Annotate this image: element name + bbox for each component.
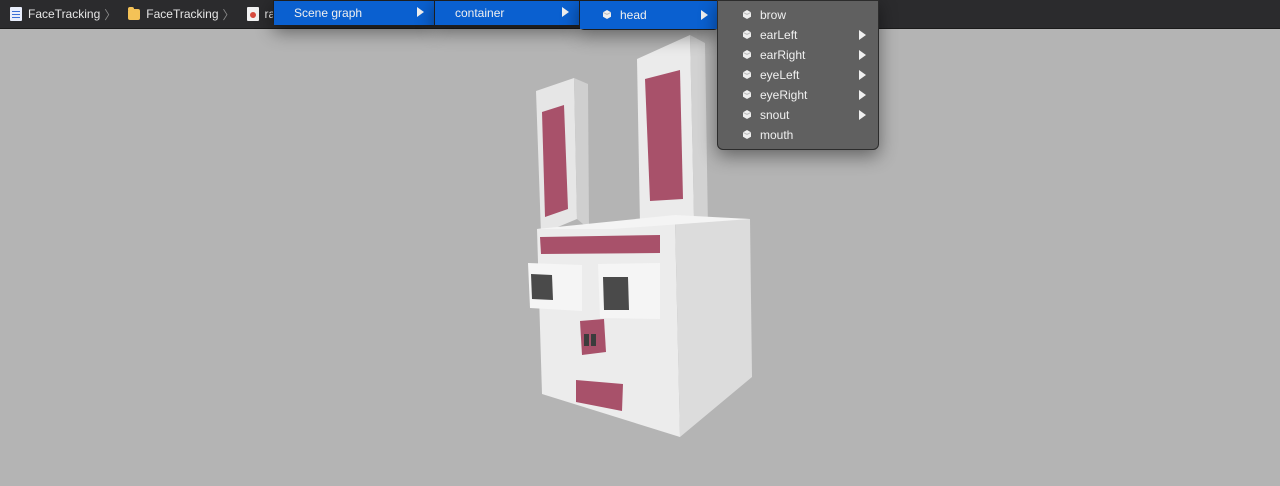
head-children-menu: brow earLeft earRight eyeLeft eyeRight s…: [717, 0, 879, 150]
breadcrumb-label: FaceTracking: [28, 7, 101, 21]
breadcrumb-separator-icon: 〉: [104, 7, 117, 22]
menu-item-mouth[interactable]: mouth: [718, 125, 878, 145]
submenu-arrow-icon: [417, 7, 424, 17]
menu-item-label: earRight: [760, 48, 806, 62]
menu-item-label: Scene graph: [294, 6, 363, 20]
submenu-arrow-icon: [562, 7, 569, 17]
rabbit-model: [528, 35, 752, 437]
scene-graph-menu: Scene graph: [273, 0, 435, 26]
breadcrumb-label: FaceTracking: [146, 7, 219, 21]
breadcrumb-item-project[interactable]: FaceTracking: [0, 0, 102, 28]
submenu-arrow-icon: [859, 70, 866, 80]
submenu-arrow-icon: [859, 50, 866, 60]
head-menu: head: [579, 0, 719, 30]
node-icon: [742, 50, 752, 60]
node-icon: [742, 110, 752, 120]
menu-item-snout[interactable]: snout: [718, 105, 878, 125]
scene-viewport[interactable]: [0, 29, 1280, 486]
menu-item-label: head: [620, 8, 647, 22]
menu-item-label: earLeft: [760, 28, 798, 42]
submenu-arrow-icon: [859, 30, 866, 40]
menu-item-label: mouth: [760, 128, 794, 142]
node-icon: [602, 10, 612, 20]
menu-item-earleft[interactable]: earLeft: [718, 25, 878, 45]
container-menu: container: [434, 0, 580, 26]
menu-item-eyeright[interactable]: eyeRight: [718, 85, 878, 105]
menu-item-scene-graph[interactable]: Scene graph: [274, 1, 434, 25]
menu-item-eyeleft[interactable]: eyeLeft: [718, 65, 878, 85]
breadcrumb-item-folder[interactable]: FaceTracking: [118, 0, 220, 28]
node-icon: [742, 70, 752, 80]
submenu-arrow-icon: [701, 10, 708, 20]
scene-file-icon: [246, 7, 259, 21]
node-icon: [742, 130, 752, 140]
breadcrumb-separator-icon: 〉: [222, 7, 235, 22]
submenu-arrow-icon: [859, 110, 866, 120]
menu-item-label: eyeLeft: [760, 68, 800, 82]
node-icon: [742, 10, 752, 20]
menu-item-head[interactable]: head: [580, 1, 718, 29]
menu-item-brow[interactable]: brow: [718, 5, 878, 25]
menu-item-label: snout: [760, 108, 790, 122]
menu-item-earright[interactable]: earRight: [718, 45, 878, 65]
menu-item-container[interactable]: container: [435, 1, 579, 25]
project-file-icon: [10, 7, 22, 21]
node-icon: [742, 90, 752, 100]
folder-icon: [128, 6, 141, 20]
menu-item-label: brow: [760, 8, 787, 22]
submenu-arrow-icon: [859, 90, 866, 100]
menu-item-label: container: [455, 6, 505, 20]
menu-item-label: eyeRight: [760, 88, 808, 102]
node-icon: [742, 30, 752, 40]
